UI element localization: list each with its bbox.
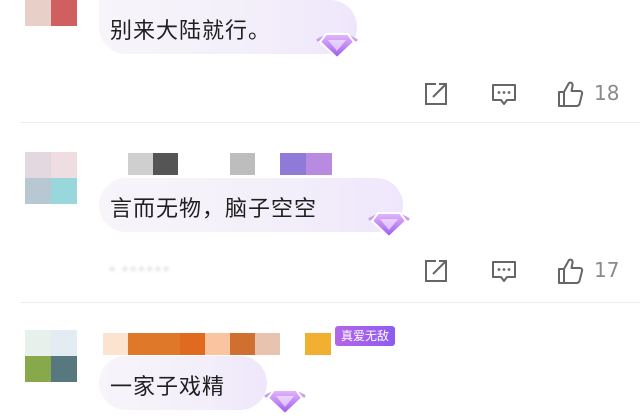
avatar-pixel bbox=[51, 330, 77, 356]
username-pixel bbox=[180, 333, 205, 355]
username-pixel bbox=[103, 333, 128, 355]
avatar-pixel bbox=[25, 356, 51, 382]
comment-3: 真爱无敌 一家子戏精 bbox=[0, 0, 640, 418]
username-pixel bbox=[128, 333, 180, 355]
diamond-gem-icon bbox=[264, 389, 306, 416]
username-pixel bbox=[305, 333, 331, 355]
avatar[interactable] bbox=[25, 330, 77, 382]
avatar-pixel bbox=[51, 356, 77, 382]
username[interactable] bbox=[103, 333, 331, 355]
avatar-pixel bbox=[25, 330, 51, 356]
comment-text: 一家子戏精 bbox=[110, 375, 226, 400]
username-pixel bbox=[230, 333, 255, 355]
fan-badge[interactable]: 真爱无敌 bbox=[335, 326, 396, 346]
username-pixel bbox=[255, 333, 280, 355]
username-pixel bbox=[205, 333, 230, 355]
